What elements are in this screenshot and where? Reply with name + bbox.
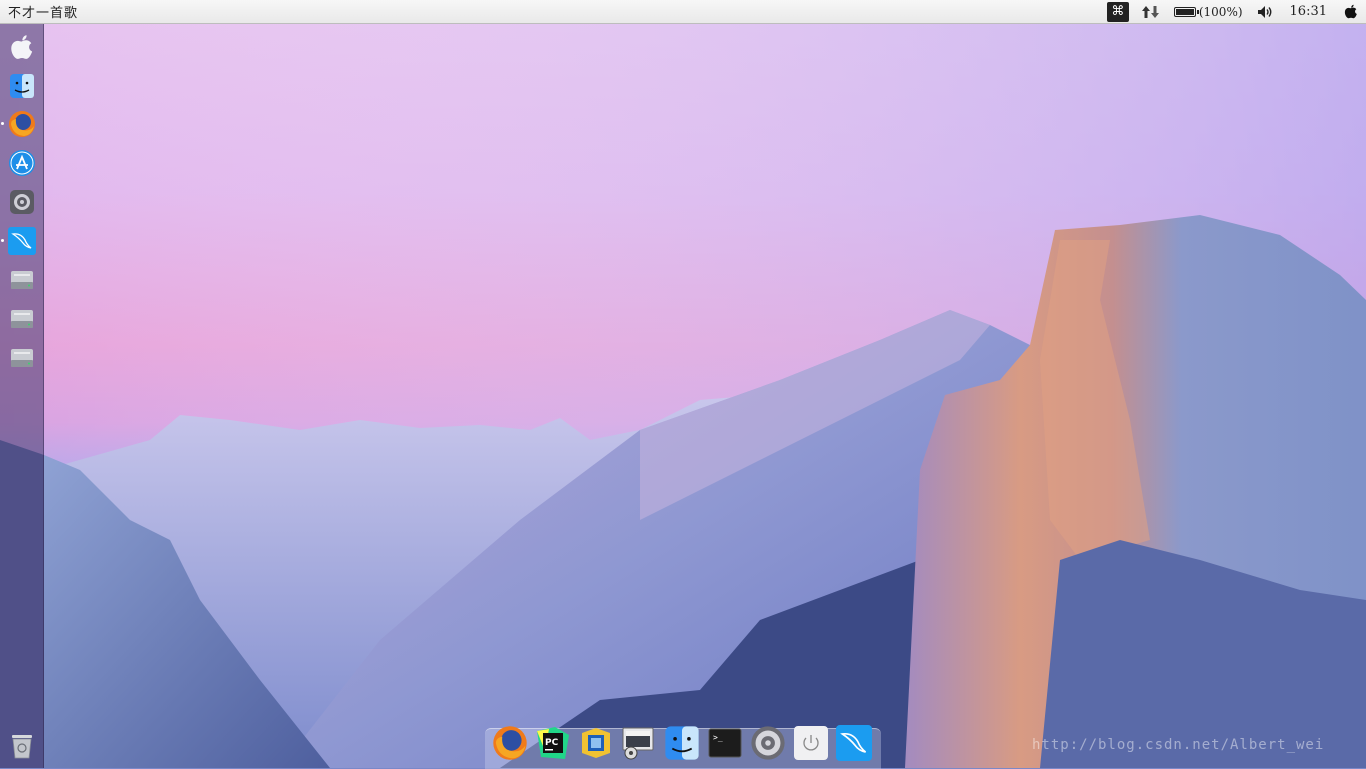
- top-panel: 不才一首歌 ⌘ (100%) 16:31: [0, 0, 1366, 24]
- hard-drive-icon: [11, 271, 33, 289]
- virtualbox-icon: [582, 728, 610, 758]
- battery-indicator[interactable]: (100%): [1167, 0, 1250, 24]
- battery-level-fill: [1175, 8, 1194, 15]
- hard-drive-icon: [11, 349, 33, 367]
- trash-icon: [12, 735, 32, 759]
- system-tray: ⌘ (100%) 16:31: [1106, 0, 1366, 24]
- dock-item-screenshot-tool[interactable]: [621, 725, 657, 761]
- dock-item-mysql-workbench[interactable]: [836, 725, 872, 761]
- dock-item-terminal[interactable]: >_: [707, 725, 743, 761]
- running-indicator: [1, 239, 4, 242]
- dock-item-power[interactable]: [793, 725, 829, 761]
- battery-icon: [1173, 6, 1199, 17]
- power-icon: [794, 726, 828, 760]
- launcher-item-drive-2[interactable]: [8, 305, 36, 333]
- dock-item-finder[interactable]: [664, 725, 700, 761]
- pycharm-label: PC: [545, 738, 559, 748]
- launcher-item-firefox[interactable]: [8, 110, 36, 138]
- hard-drive-icon: [11, 310, 33, 328]
- active-window-title: 不才一首歌: [8, 6, 79, 21]
- running-indicator: [1, 122, 4, 125]
- dock-item-firefox[interactable]: [492, 725, 528, 761]
- terminal-prompt-label: >_: [713, 733, 723, 742]
- firefox-icon: [493, 726, 527, 760]
- launcher-item-app-store[interactable]: [8, 149, 36, 177]
- launcher-item-drive-1[interactable]: [8, 266, 36, 294]
- dolphin-icon: [836, 725, 872, 761]
- launcher-item-finder[interactable]: [8, 72, 36, 100]
- firefox-icon: [9, 111, 35, 137]
- command-key-icon[interactable]: ⌘: [1106, 1, 1129, 22]
- screenshot-icon: [622, 727, 654, 760]
- dock-item-virtualbox[interactable]: [578, 725, 614, 761]
- desktop-wallpaper: [0, 0, 1366, 768]
- launcher-item-system-settings[interactable]: [8, 188, 36, 216]
- apple-icon[interactable]: [1337, 0, 1366, 24]
- apple-icon: [11, 35, 33, 59]
- dock-item-pycharm[interactable]: PC: [535, 725, 571, 761]
- app-store-icon: [9, 150, 35, 176]
- launcher-item-mysql-workbench[interactable]: [8, 227, 36, 255]
- clock[interactable]: 16:31: [1280, 0, 1337, 24]
- battery-percentage: (100%): [1198, 4, 1243, 19]
- watermark: http://blog.csdn.net/Albert_wei: [1032, 737, 1325, 753]
- finder-icon: [10, 74, 34, 98]
- launcher-item-apple[interactable]: [8, 34, 36, 62]
- terminal-icon: >_: [708, 728, 742, 758]
- launcher-panel: [0, 24, 44, 768]
- finder-icon: [665, 726, 699, 760]
- speaker-icon[interactable]: [1250, 0, 1280, 24]
- pycharm-icon: PC: [537, 727, 569, 759]
- dolphin-icon: [8, 227, 36, 255]
- gear-icon: [751, 726, 785, 760]
- launcher-item-drive-3[interactable]: [8, 344, 36, 372]
- gear-icon: [10, 190, 34, 214]
- launcher-item-trash[interactable]: [8, 732, 36, 760]
- network-arrows-icon[interactable]: [1135, 0, 1167, 24]
- dock-item-system-settings[interactable]: [750, 725, 786, 761]
